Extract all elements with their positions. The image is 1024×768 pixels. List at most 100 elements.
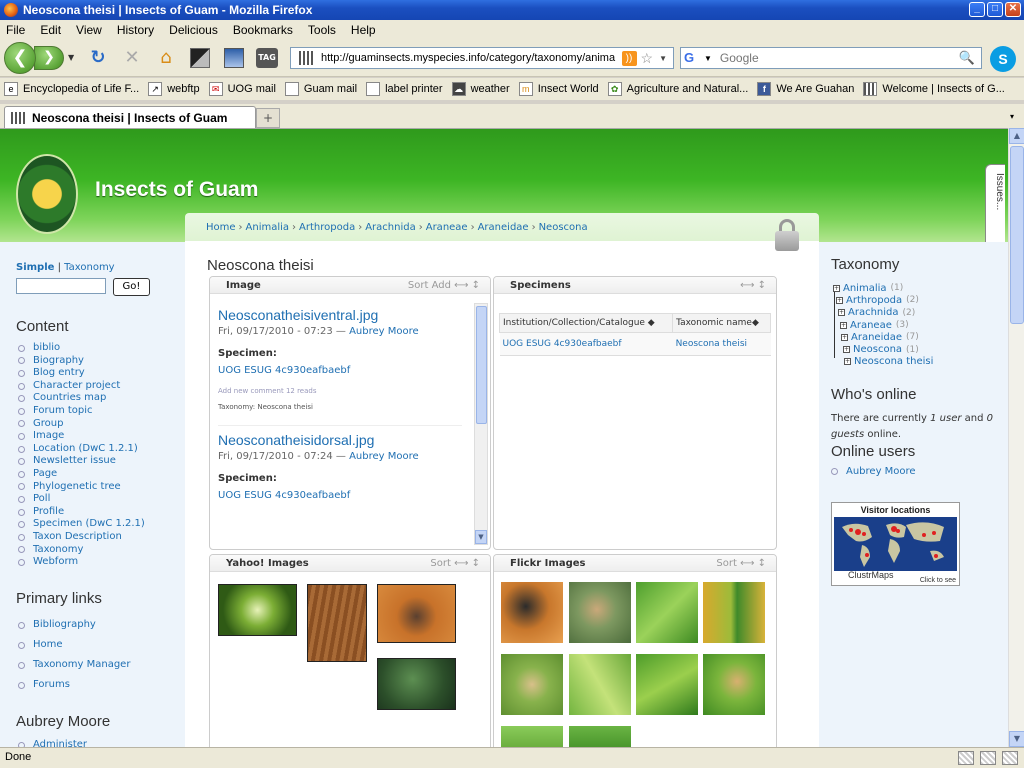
back-button[interactable]: ❮ xyxy=(4,42,36,74)
stop-button[interactable]: ✕ xyxy=(122,48,142,68)
breadcrumb-link[interactable]: Home xyxy=(206,222,236,233)
scroll-thumb[interactable] xyxy=(476,306,487,424)
visitor-map-widget[interactable]: Visitor locations ClustrMaps Click to se… xyxy=(831,502,960,586)
search-tab-taxonomy[interactable]: Taxonomy xyxy=(64,262,114,273)
flickr-image-thumb[interactable] xyxy=(501,654,563,715)
yahoo-image-thumb[interactable] xyxy=(218,584,297,636)
panel-tools[interactable]: Sort Add ⟷ ↕ xyxy=(408,280,480,291)
site-search-input[interactable] xyxy=(16,278,106,294)
content-item[interactable]: Character project xyxy=(18,380,145,393)
author-link[interactable]: Aubrey Moore xyxy=(349,451,419,462)
new-tab-button[interactable]: + xyxy=(256,108,280,128)
page-scrollbar[interactable]: ▲ ▼ xyxy=(1008,128,1024,747)
tag-button[interactable]: TAG xyxy=(256,48,278,68)
reload-button[interactable]: ↻ xyxy=(88,48,108,68)
search-bar[interactable]: G ▼ 🔍 xyxy=(680,47,982,69)
specimen-catalogue-link[interactable]: UOG ESUG 4c930eafbaebf xyxy=(499,332,673,356)
flickr-image-thumb[interactable] xyxy=(636,654,698,715)
expand-icon[interactable]: + xyxy=(844,358,851,366)
author-link[interactable]: Aubrey Moore xyxy=(349,326,419,337)
breadcrumb-link[interactable]: Araneae xyxy=(426,222,468,233)
tree-node[interactable]: + Animalia (1) xyxy=(831,282,933,294)
url-text[interactable]: http://guaminsects.myspecies.info/catego… xyxy=(321,52,622,64)
flickr-image-thumb[interactable] xyxy=(501,582,563,643)
tab-active[interactable]: Neoscona theisi | Insects of Guam xyxy=(4,106,256,128)
address-bar[interactable]: http://guaminsects.myspecies.info/catego… xyxy=(290,47,674,69)
flickr-image-thumb[interactable] xyxy=(569,654,631,715)
bookmark-item[interactable]: ✿ Agriculture and Natural... xyxy=(607,82,748,96)
specimen-link[interactable]: UOG ESUG 4c930eafbaebf xyxy=(218,490,472,501)
content-item[interactable]: Taxon Description xyxy=(18,531,145,544)
administer-link[interactable]: Administer xyxy=(18,738,87,747)
content-item[interactable]: Countries map xyxy=(18,392,145,405)
yahoo-image-thumb[interactable] xyxy=(307,584,367,662)
menu-help[interactable]: Help xyxy=(351,23,376,37)
home-button[interactable]: ⌂ xyxy=(156,48,176,68)
skype-icon[interactable]: S xyxy=(990,46,1016,72)
content-item[interactable]: Page xyxy=(18,468,145,481)
flickr-image-thumb[interactable] xyxy=(569,726,631,747)
column-header[interactable]: Institution/Collection/Catalogue ◆ xyxy=(498,313,674,333)
minimize-button[interactable]: _ xyxy=(969,2,985,17)
flickr-image-thumb[interactable] xyxy=(703,654,765,715)
star-bookmark-icon[interactable]: ☆ xyxy=(641,50,654,67)
menu-history[interactable]: History xyxy=(117,23,154,37)
status-addon-icon[interactable] xyxy=(980,751,996,765)
content-item[interactable]: Biography xyxy=(18,355,145,368)
expand-icon[interactable]: + xyxy=(841,333,848,341)
search-input[interactable] xyxy=(719,51,959,65)
primary-link[interactable]: Home xyxy=(18,635,130,655)
expand-icon[interactable]: + xyxy=(833,284,840,292)
panel-tools[interactable]: ⟷ ↕ xyxy=(740,280,766,291)
maximize-button[interactable]: □ xyxy=(987,2,1003,17)
content-item[interactable]: Poll xyxy=(18,493,145,506)
tree-node[interactable]: + Araneae (3) xyxy=(831,319,933,331)
content-item[interactable]: Webform xyxy=(18,556,145,569)
comment-links[interactable]: Add new comment 12 reads xyxy=(218,387,472,395)
flickr-image-thumb[interactable] xyxy=(703,582,765,643)
menu-tools[interactable]: Tools xyxy=(308,23,336,37)
university-seal-logo[interactable] xyxy=(16,154,78,234)
content-item[interactable]: Newsletter issue xyxy=(18,455,145,468)
image-list-scrollbar[interactable]: ▼ xyxy=(474,303,488,545)
bookmark-item[interactable]: m Insect World xyxy=(518,82,599,96)
bookmark-manager-icon[interactable] xyxy=(190,48,210,68)
primary-link[interactable]: Forums xyxy=(18,675,130,695)
history-dropdown-icon[interactable]: ▼ xyxy=(68,53,74,62)
go-button[interactable]: Go! xyxy=(113,278,150,296)
search-tab-simple[interactable]: Simple xyxy=(16,262,54,273)
breadcrumb-link[interactable]: Neoscona xyxy=(539,222,588,233)
breadcrumb-link[interactable]: Araneidae xyxy=(478,222,529,233)
expand-icon[interactable]: + xyxy=(836,296,843,304)
menu-view[interactable]: View xyxy=(76,23,102,37)
content-item[interactable]: Specimen (DwC 1.2.1) xyxy=(18,518,145,531)
bookmark-item[interactable]: label printer xyxy=(366,82,443,96)
tree-node[interactable]: + Araneidae (7) xyxy=(831,331,933,343)
tree-node[interactable]: + Neoscona (1) xyxy=(831,343,933,355)
content-item[interactable]: biblio xyxy=(18,342,145,355)
column-header[interactable]: Taxonomic name◆ xyxy=(672,313,771,333)
rss-icon[interactable]: )) xyxy=(621,50,637,66)
scroll-down-icon[interactable]: ▼ xyxy=(1009,731,1024,747)
panel-tools[interactable]: Sort ⟷ ↕ xyxy=(430,558,480,569)
google-icon[interactable]: G xyxy=(684,50,702,66)
image-title-link[interactable]: Neosconatheisidorsal.jpg xyxy=(218,432,472,448)
search-engine-dropdown-icon[interactable]: ▼ xyxy=(704,54,712,63)
image-title-link[interactable]: Neosconatheisiventral.jpg xyxy=(218,307,472,323)
specimen-link[interactable]: UOG ESUG 4c930eafbaebf xyxy=(218,365,472,376)
yahoo-image-thumb[interactable] xyxy=(377,658,456,710)
flickr-image-thumb[interactable] xyxy=(569,582,631,643)
tab-list-button[interactable]: ▾ xyxy=(1003,108,1021,126)
bookmark-item[interactable]: ☁ weather xyxy=(451,82,510,96)
bookmark-item[interactable]: f We Are Guahan xyxy=(757,82,854,96)
menu-file[interactable]: File xyxy=(6,23,25,37)
menu-edit[interactable]: Edit xyxy=(40,23,61,37)
site-name[interactable]: Insects of Guam xyxy=(95,178,258,202)
content-item[interactable]: Image xyxy=(18,430,145,443)
online-user-link[interactable]: Aubrey Moore xyxy=(831,466,916,477)
expand-icon[interactable]: + xyxy=(838,309,845,317)
bookmark-item[interactable]: ✉ UOG mail xyxy=(208,82,276,96)
panel-tools[interactable]: Sort ⟷ ↕ xyxy=(716,558,766,569)
content-item[interactable]: Blog entry xyxy=(18,367,145,380)
taxonomic-name-link[interactable]: Neoscona theisi xyxy=(672,332,771,356)
